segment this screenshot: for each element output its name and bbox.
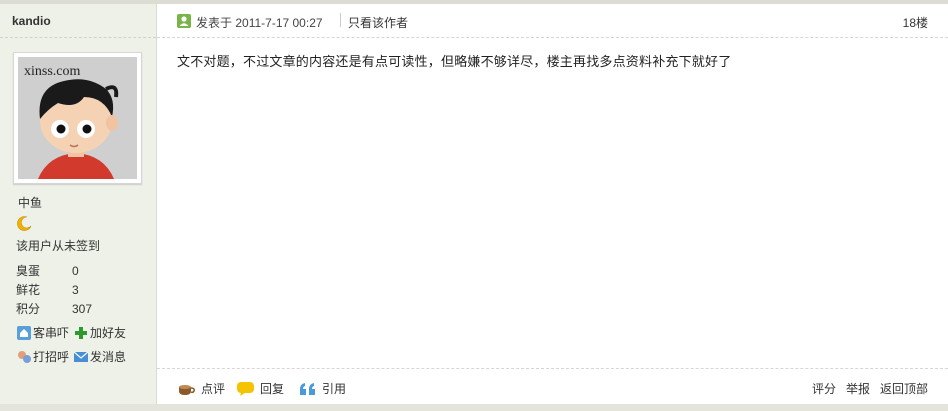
stat-row: 积分 307 xyxy=(16,300,92,317)
home-icon xyxy=(17,326,31,340)
coffee-icon xyxy=(179,385,195,395)
floor-number[interactable]: 18楼 xyxy=(903,14,928,31)
add-friend-button[interactable]: 加好友 xyxy=(74,324,126,341)
post-content: 文不对题，不过文章的内容还是有点可读性，但略嫌不够详尽，楼主再找多点资料补充下就… xyxy=(177,54,732,69)
stat-label: 鲜花 xyxy=(16,283,41,297)
stat-row: 鲜花 3 xyxy=(16,281,79,298)
back-to-top-link[interactable]: 返回顶部 xyxy=(880,380,928,397)
stat-label: 积分 xyxy=(16,302,41,316)
stat-value: 3 xyxy=(72,283,79,297)
bottom-border xyxy=(0,404,948,411)
stat-row: 臭蛋 0 xyxy=(16,262,79,279)
avatar-watermark: xinss.com xyxy=(24,64,81,79)
plus-icon xyxy=(74,326,88,340)
greet-icon xyxy=(17,350,31,364)
visit-button[interactable]: 客串吓 xyxy=(17,324,69,341)
online-status-icon xyxy=(177,14,191,28)
reply-icon xyxy=(237,382,254,396)
message-button[interactable]: 发消息 xyxy=(73,348,126,365)
moon-icon xyxy=(17,215,33,234)
header-divider xyxy=(340,13,341,27)
post-header: 发表于 2011-7-17 00:27 只看该作者 18楼 xyxy=(157,4,948,38)
quote-icon xyxy=(300,383,315,395)
sign-status: 该用户从未签到 xyxy=(16,239,101,253)
only-author-link[interactable]: 只看该作者 xyxy=(348,14,408,31)
stat-label: 臭蛋 xyxy=(16,264,41,278)
stat-value: 307 xyxy=(72,302,93,316)
posted-time: 发表于 2011-7-17 00:27 xyxy=(196,16,323,30)
comment-button[interactable]: 点评 xyxy=(177,380,225,397)
author-row: kandio xyxy=(0,4,156,38)
quote-button[interactable]: 引用 xyxy=(298,380,346,397)
stat-value: 0 xyxy=(72,264,79,278)
rate-link[interactable]: 评分 xyxy=(812,380,836,397)
greet-button[interactable]: 打招呼 xyxy=(17,348,69,365)
mail-icon xyxy=(73,350,89,364)
post-footer: 点评 回复 引用 评分 举报 返回顶部 xyxy=(157,368,948,405)
reply-button[interactable]: 回复 xyxy=(236,380,284,397)
post-main: 发表于 2011-7-17 00:27 只看该作者 18楼 文不对题，不过文章的… xyxy=(157,4,948,404)
avatar-image: xinss.com xyxy=(18,57,137,179)
author-sidebar: kandio xinss.com 中鱼 该用户从未签到 臭蛋 0 鲜花 3 积分… xyxy=(0,4,157,404)
author-name-link[interactable]: kandio xyxy=(12,14,51,28)
report-link[interactable]: 举报 xyxy=(846,380,870,397)
avatar[interactable]: xinss.com xyxy=(13,52,142,184)
user-rank: 中鱼 xyxy=(18,196,43,210)
